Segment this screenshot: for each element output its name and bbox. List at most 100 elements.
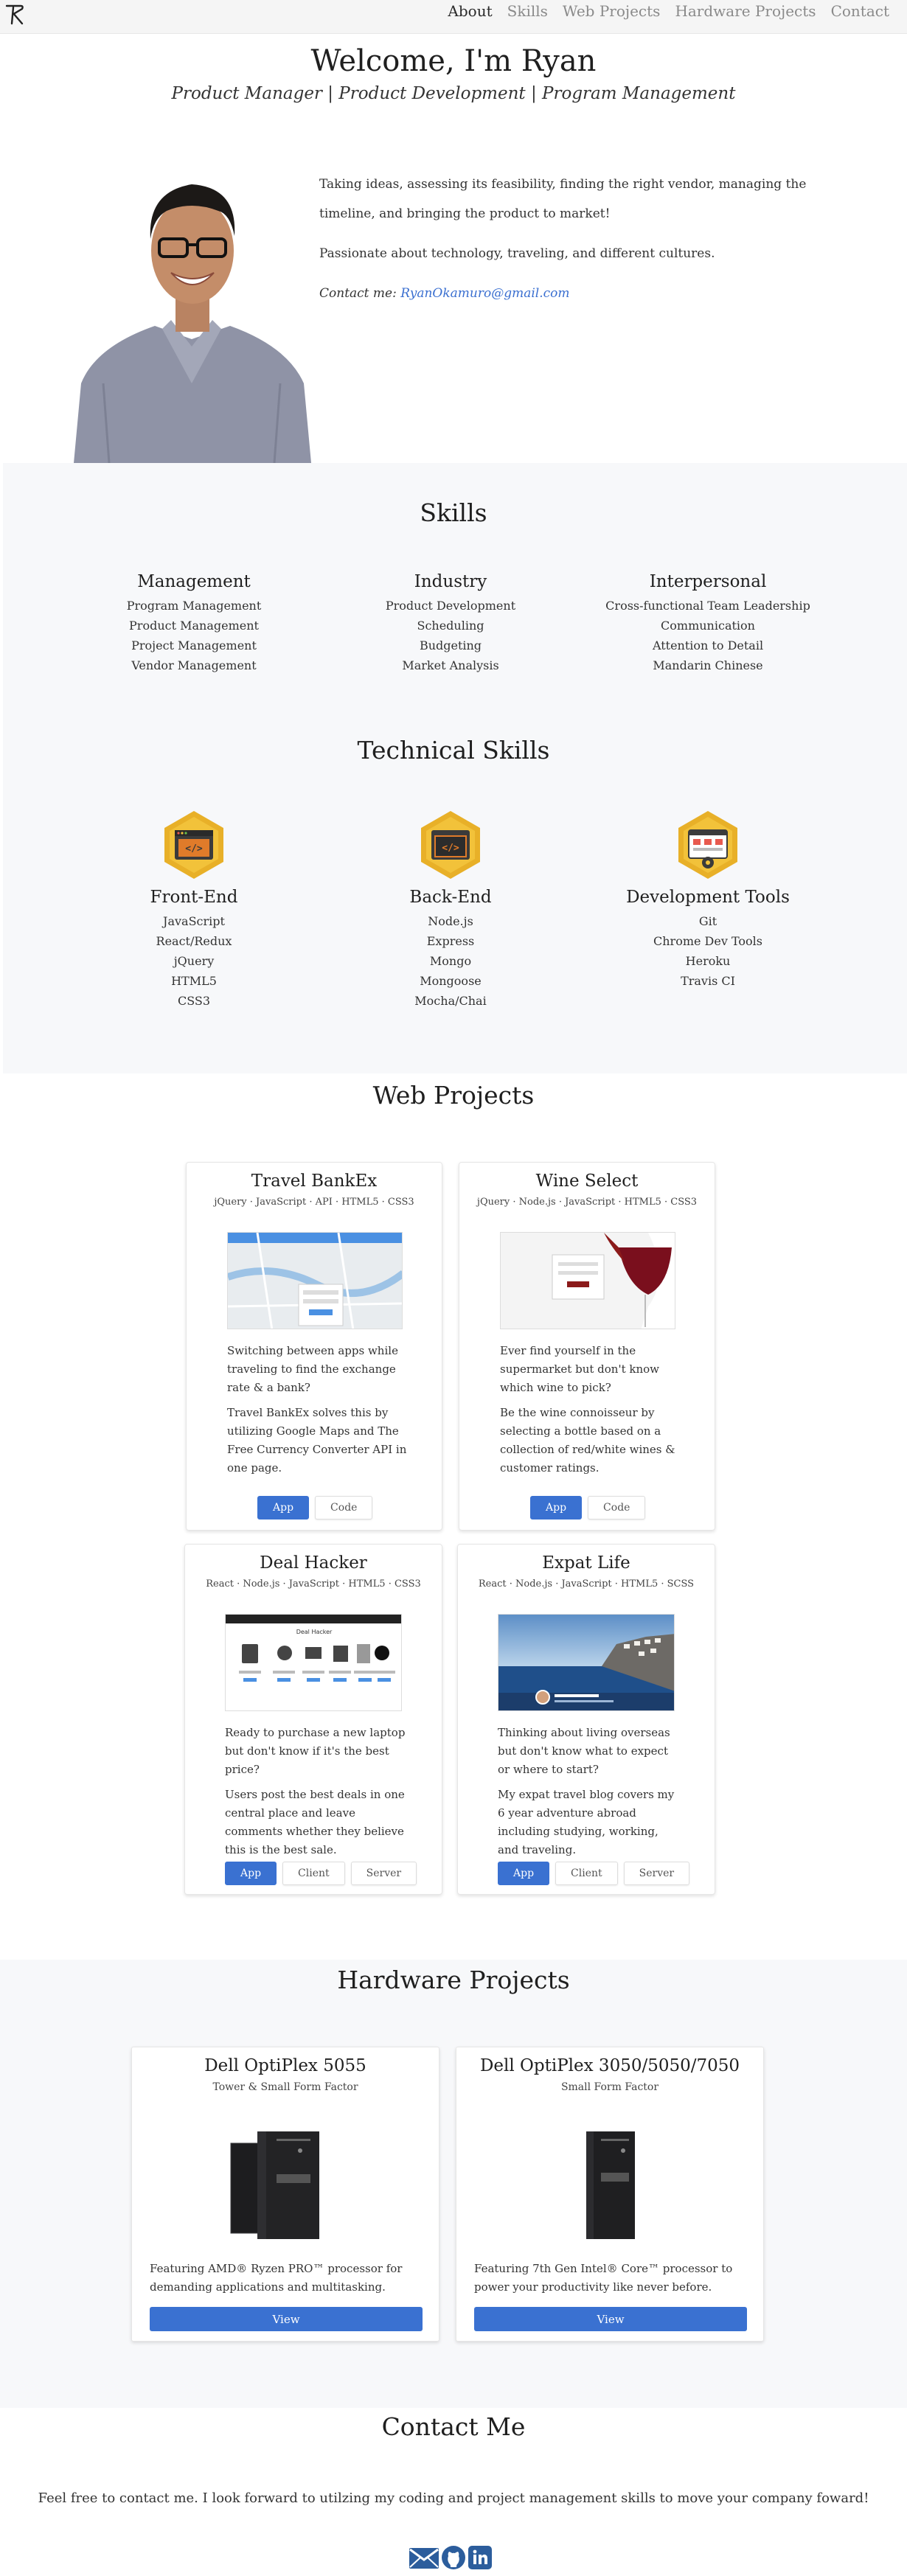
contact-text: Feel free to contact me. I look forward … [38, 2490, 869, 2506]
skill-item: Product Management [129, 619, 259, 633]
email-link[interactable]: RyanOkamuro@gmail.com [400, 286, 569, 301]
nav-contact[interactable]: Contact [831, 2, 889, 20]
email-icon[interactable] [409, 2545, 439, 2570]
skills-industry: Industry Product Development Scheduling … [340, 572, 561, 675]
hero-subtitle: Product Manager | Product Development | … [171, 84, 736, 103]
about-paragraph: Taking ideas, assessing its feasibility,… [319, 177, 807, 221]
project-title: Travel BankEx [251, 1172, 378, 1191]
project-screenshot: Deal Hacker [225, 1614, 402, 1711]
logo-icon[interactable] [4, 3, 27, 27]
nav-web-projects[interactable]: Web Projects [563, 2, 661, 20]
tech-frontend: </> Front-End JavaScript React/Redux jQu… [83, 810, 305, 1011]
nav-about[interactable]: About [448, 2, 492, 20]
about-text: Taking ideas, assessing its feasibility,… [319, 170, 835, 318]
app-button[interactable]: App [257, 1496, 310, 1520]
project-tags: jQuery · JavaScript · API · HTML5 · CSS3 [214, 1197, 414, 1208]
project-description: Ready to purchase a new laptop but don't… [225, 1724, 409, 1866]
project-screenshot [500, 1232, 675, 1329]
hardware-description: Featuring AMD® Ryzen PRO™ processor for … [150, 2262, 403, 2294]
toolbox-icon [678, 811, 737, 879]
tech-item: Chrome Dev Tools [653, 934, 762, 948]
code-button[interactable]: Code [588, 1496, 646, 1520]
svg-text:</>: </> [442, 843, 459, 854]
github-icon[interactable] [441, 2545, 466, 2570]
project-description: Thinking about living overseas but don't… [498, 1724, 682, 1866]
skill-item: Budgeting [419, 638, 482, 652]
tech-item: Mongo [429, 954, 472, 968]
tech-devtools: Development Tools Git Chrome Dev Tools H… [597, 810, 819, 991]
tech-backend: </> Back-End Node.js Express Mongo Mongo… [340, 810, 561, 1011]
code-button[interactable]: Code [315, 1496, 373, 1520]
technical-skills-title: Technical Skills [357, 736, 550, 765]
contact-title: Contact Me [381, 2412, 526, 2441]
app-button[interactable]: App [498, 1862, 550, 1885]
skills-interpersonal: Interpersonal Cross-functional Team Lead… [597, 572, 819, 675]
skill-heading: Interpersonal [649, 572, 767, 591]
code-browser-icon: </> [164, 811, 223, 879]
hardware-subtitle: Small Form Factor [560, 2081, 659, 2093]
project-card-expat-life: Expat Life React · Node.js · JavaScript … [457, 1544, 715, 1895]
server-code-button[interactable]: Server [623, 1862, 690, 1885]
skill-heading: Management [137, 572, 251, 591]
project-buttons: App Code [530, 1496, 646, 1520]
client-code-button[interactable]: Client [282, 1862, 345, 1885]
view-button[interactable]: View [474, 2307, 747, 2331]
project-desc-paragraph: My expat travel blog covers my 6 year ad… [498, 1788, 675, 1856]
project-title: Expat Life [542, 1553, 630, 1573]
web-projects-title: Web Projects [372, 1081, 535, 1110]
hardware-title: Dell OptiPlex 3050/5050/7050 [479, 2056, 740, 2075]
app-button[interactable]: App [530, 1496, 583, 1520]
tech-item: HTML5 [171, 974, 217, 988]
server-code-button[interactable]: Server [350, 1862, 417, 1885]
project-tags: React · Node.js · JavaScript · HTML5 · C… [206, 1578, 421, 1590]
project-desc-paragraph: Ready to purchase a new laptop but don't… [225, 1726, 406, 1776]
tech-item: Mocha/Chai [414, 994, 487, 1008]
project-tags: jQuery · Node.js · JavaScript · HTML5 · … [476, 1197, 698, 1208]
client-code-button[interactable]: Client [555, 1862, 618, 1885]
tech-heading: Back-End [409, 888, 492, 907]
skill-item: Communication [661, 619, 755, 633]
nav-skills[interactable]: Skills [507, 2, 548, 20]
contact-line: Contact me: RyanOkamuro@gmail.com [319, 279, 835, 308]
project-title: Deal Hacker [260, 1553, 367, 1573]
skills-title: Skills [420, 498, 487, 527]
view-button[interactable]: View [150, 2307, 423, 2331]
tech-heading: Development Tools [626, 888, 790, 907]
skill-item: Cross-functional Team Leadership [605, 599, 810, 613]
profile-photo [74, 162, 311, 463]
svg-text:</>: </> [185, 843, 203, 854]
skill-item: Program Management [126, 599, 262, 613]
project-screenshot [498, 1614, 675, 1711]
tech-item: jQuery [173, 954, 215, 968]
tech-item: Node.js [428, 914, 473, 928]
desktop-tower-image [230, 2131, 319, 2239]
tech-item: Heroku [685, 954, 731, 968]
skill-item: Mandarin Chinese [653, 658, 763, 672]
desktop-sff-image [586, 2131, 635, 2239]
linkedin-icon[interactable] [468, 2545, 493, 2570]
project-desc-paragraph: Be the wine connoisseur by selecting a b… [500, 1406, 675, 1475]
hardware-card-3050-5050-7050: Dell OptiPlex 3050/5050/7050 Small Form … [456, 2047, 764, 2342]
skill-item: Product Development [385, 599, 516, 613]
project-buttons: App Client Server [498, 1862, 690, 1885]
hardware-subtitle: Tower & Small Form Factor [212, 2081, 358, 2093]
project-card-wine-select: Wine Select jQuery · Node.js · JavaScrip… [459, 1162, 715, 1531]
social-icons [409, 2545, 493, 2570]
project-title: Wine Select [535, 1172, 639, 1191]
project-desc-paragraph: Users post the best deals in one central… [225, 1788, 405, 1856]
tech-item: Mongoose [420, 974, 482, 988]
hardware-card-5055: Dell OptiPlex 5055 Tower & Small Form Fa… [131, 2047, 439, 2342]
app-button[interactable]: App [225, 1862, 277, 1885]
nav-links: About Skills Web Projects Hardware Proje… [448, 0, 889, 22]
tech-item: JavaScript [163, 914, 225, 928]
hardware-title: Dell OptiPlex 5055 [204, 2056, 366, 2075]
nav-hardware-projects[interactable]: Hardware Projects [675, 2, 816, 20]
project-description: Switching between apps while traveling t… [227, 1342, 411, 1484]
skill-item: Attention to Detail [652, 638, 764, 652]
project-screenshot [227, 1232, 403, 1329]
project-buttons: App Client Server [225, 1862, 417, 1885]
about-paragraph: Passionate about technology, traveling, … [319, 246, 715, 261]
contact-label: Contact me: [319, 286, 397, 301]
tech-item: CSS3 [177, 994, 211, 1008]
tech-item: Git [698, 914, 717, 928]
